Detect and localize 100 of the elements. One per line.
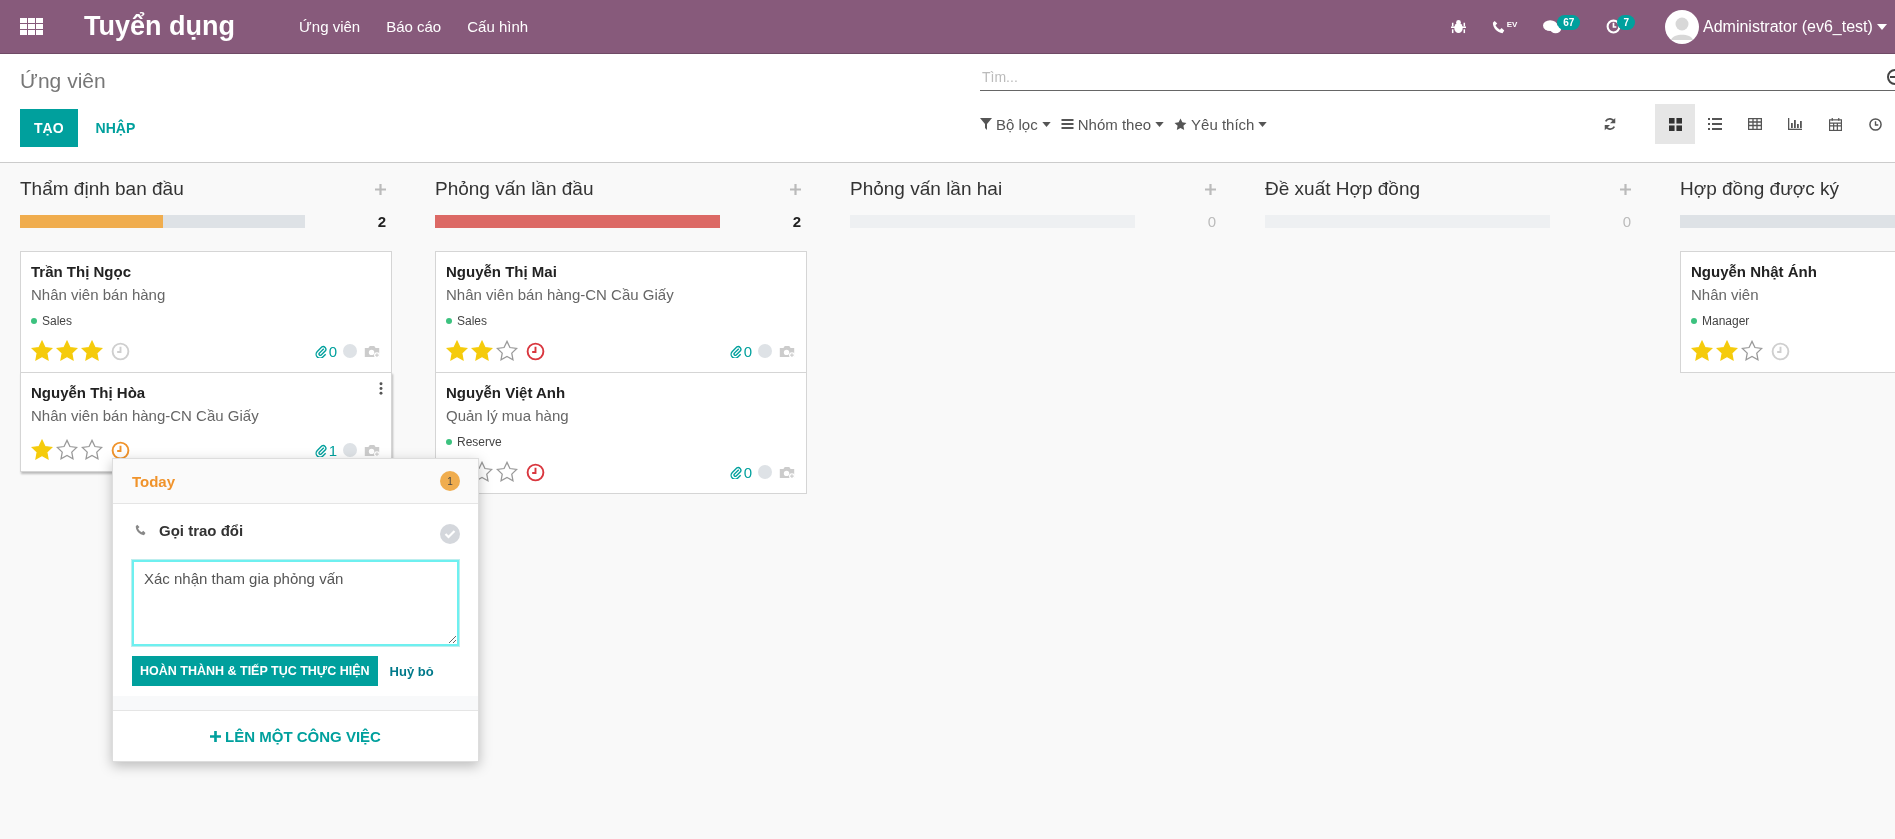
applicant-card[interactable]: Nguyễn Nhật Ánh Nhân viên Manager [1680,251,1895,373]
camera-icon [363,343,381,359]
tag-label: Reserve [457,435,502,449]
check-icon[interactable] [440,524,460,544]
attachment-count: 0 [729,463,752,481]
applicant-name: Nguyễn Thị Mai [446,262,557,282]
job-title: Nhân viên bán hàng-CN Cầu Giấy [31,406,259,426]
tag-label: Sales [457,314,488,328]
clock-icon [1868,117,1882,131]
column-title: Hợp đồng được ký [1680,178,1840,200]
menu-item[interactable]: Cấu hình [467,18,529,35]
job-title: Nhân viên bán hàng [31,285,166,305]
star-icon[interactable] [471,340,493,362]
star-rating[interactable] [446,340,518,362]
breadcrumb: Ứng viên [20,69,107,94]
add-icon[interactable] [1620,183,1631,195]
caret-icon [1258,121,1268,127]
star-rating[interactable] [1691,340,1763,362]
avatar-icon [1665,9,1699,44]
star-icon[interactable] [81,340,103,362]
group-menu-button[interactable]: Nhóm theo [1060,115,1165,133]
applicant-name: Trần Thị Ngọc [31,262,131,282]
favorite-menu-button[interactable]: Yêu thích [1174,115,1268,133]
activity-name: Gọi trao đổi [159,521,244,539]
record-count: 2 [792,212,801,230]
attachment-count: 0 [314,342,337,360]
add-icon[interactable] [1205,183,1216,195]
star-icon[interactable] [1716,340,1738,362]
funnel-icon [980,118,992,130]
caret-icon [1155,121,1165,127]
apps-menu-icon[interactable] [20,17,44,36]
record-count: 0 [1622,212,1631,230]
activity-count-badge: 1 [440,471,460,491]
add-icon[interactable] [375,183,386,195]
star-icon[interactable] [496,340,518,362]
activity-count-badge: 7 [1617,15,1635,30]
phone-button[interactable]: EV [1491,19,1518,34]
add-icon[interactable] [790,183,801,195]
bug-icon[interactable] [1450,19,1466,34]
kebab-menu-icon[interactable] [379,382,383,395]
star-icon[interactable] [81,439,103,461]
applicant-name: Nguyễn Việt Anh [446,383,566,403]
star-icon [1174,117,1188,131]
tag-label: Sales [42,314,73,328]
star-icon[interactable] [31,439,53,461]
status-dot [758,465,772,479]
refresh-icon[interactable] [1603,117,1617,131]
record-count: 0 [1207,212,1216,230]
done-button[interactable]: HOÀN THÀNH & TIẾP TỤC THỰC HIỆN [132,656,378,686]
star-icon[interactable] [56,340,78,362]
kanban-icon [1668,117,1682,131]
menu-item[interactable]: Ứng viên [299,18,361,35]
star-rating[interactable] [31,340,103,362]
applicant-name: Nguyễn Thị Hòa [31,383,146,403]
schedule-activity-button[interactable]: LÊN MỘT CÔNG VIỆC [113,711,478,761]
message-count-badge: 67 [1557,15,1581,30]
app-title: Tuyển dụng [84,11,235,42]
tag-label: Manager [1702,314,1750,328]
star-icon[interactable] [56,439,78,461]
zoom-out-icon[interactable] [1886,68,1895,86]
user-menu[interactable]: Administrator (ev6_test) [1665,9,1895,44]
caret-icon [1876,23,1887,30]
column-title: Phỏng vấn lần hai [850,178,1003,200]
star-icon[interactable] [1741,340,1763,362]
job-title: Nhân viên [1691,285,1759,305]
record-count: 2 [377,212,386,230]
star-rating[interactable] [31,439,103,461]
star-icon[interactable] [1691,340,1713,362]
feedback-field[interactable]: Xác nhận tham gia phỏng vấn [132,560,459,646]
status-dot [343,344,357,358]
star-icon[interactable] [496,461,518,483]
import-button[interactable]: NHẬP [81,109,150,147]
caret-icon [1041,121,1051,127]
applicant-name: Nguyễn Nhật Ánh [1691,262,1817,282]
paperclip-icon [314,344,327,358]
column-title: Đề xuất Hợp đồng [1265,178,1421,200]
star-icon[interactable] [31,340,53,362]
status-dot [758,344,772,358]
menu-item[interactable]: Báo cáo [386,18,442,35]
bar-chart-icon [1788,118,1802,130]
paperclip-icon [314,443,327,457]
applicant-card[interactable]: Nguyễn Thị Mai Nhân viên bán hàng-CN Cầu Giấy Sales 0 [435,251,807,373]
paperclip-icon [729,344,742,358]
applicant-card[interactable]: Trần Thị Ngọc Nhân viên bán hàng Sales 0 [20,251,392,373]
lines-icon [1060,118,1074,130]
attachment-count: 0 [729,342,752,360]
popup-title: Today [132,472,176,490]
search-field[interactable]: Tìm... [980,69,1886,85]
camera-icon [778,464,796,480]
star-icon[interactable] [446,340,468,362]
paperclip-icon [729,465,742,479]
kanban-view-button[interactable] [1655,104,1695,144]
filter-menu-button[interactable]: Bộ lọc [980,115,1051,133]
cancel-link[interactable]: Huỷ bỏ [389,663,434,679]
phone-icon [1491,19,1506,34]
user-name: Administrator (ev6_test) [1703,17,1873,36]
create-button[interactable]: TẠO [20,109,78,147]
clock-icon[interactable] [526,341,545,361]
clock-icon[interactable] [526,462,545,482]
clock-icon[interactable] [111,440,130,460]
